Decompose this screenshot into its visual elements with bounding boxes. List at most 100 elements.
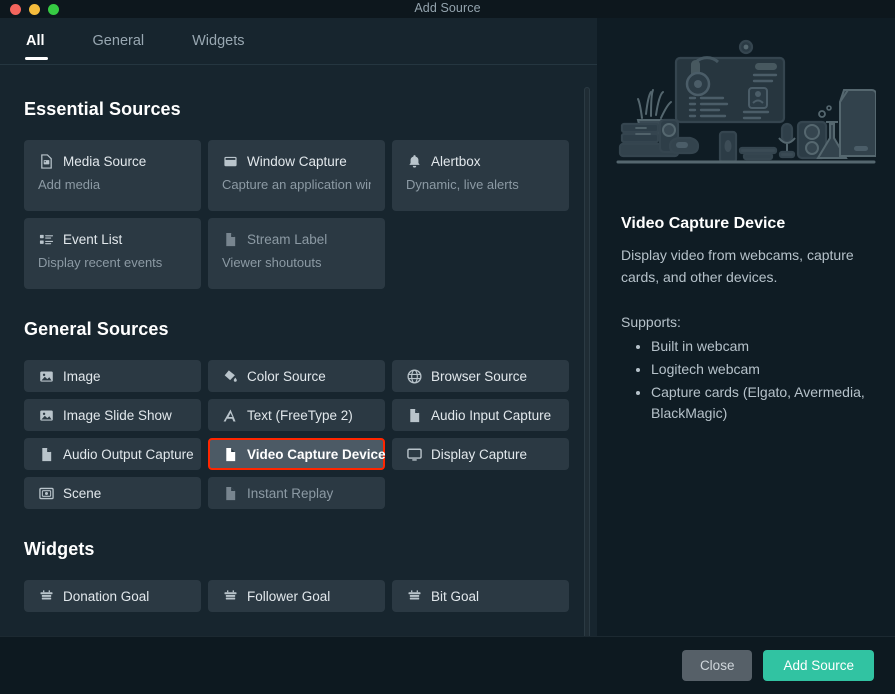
source-card-scene[interactable]: Scene <box>24 477 201 509</box>
file-icon <box>222 231 238 247</box>
source-card-header: Image Slide Show <box>38 407 172 423</box>
section-heading: Widgets <box>24 539 95 559</box>
goal-icon <box>38 588 54 604</box>
source-card-header: Stream Label <box>222 231 371 247</box>
source-card-header: Window Capture <box>222 153 371 169</box>
list-icon <box>38 231 54 247</box>
bell-icon <box>406 153 422 169</box>
source-card-title: Video Capture Device <box>247 446 386 462</box>
source-card-title: Browser Source <box>431 368 528 384</box>
source-card-title: Media Source <box>63 153 147 169</box>
tab-bar: All General Widgets <box>0 18 597 65</box>
monitor-icon <box>406 446 422 462</box>
source-card-header: Text (FreeType 2) <box>222 407 353 423</box>
source-card-header: Video Capture Device <box>222 446 386 462</box>
source-card-description: Capture an application window <box>222 177 371 192</box>
source-list: Essential Sources Media Source Add media Wi… <box>0 65 597 636</box>
tab-all[interactable]: All <box>16 18 55 65</box>
section-heading: Essential Sources <box>24 99 181 119</box>
source-card-header: Image <box>38 368 101 384</box>
source-card-header: Instant Replay <box>222 485 333 501</box>
source-card-description: Add media <box>38 177 101 192</box>
tab-general[interactable]: General <box>83 18 155 65</box>
source-card-display-capture[interactable]: Display Capture <box>392 438 569 470</box>
source-card-description: Dynamic, live alerts <box>406 177 519 192</box>
image-icon <box>38 407 54 423</box>
add-source-button[interactable]: Add Source <box>763 650 874 681</box>
source-grid: Donation Goal Follower Goal Bit Goal <box>24 580 573 612</box>
window-title: Add Source <box>414 1 481 15</box>
add-source-dialog: Add Source All General Widgets Essential S… <box>0 0 895 694</box>
source-card-instant-replay[interactable]: Instant Replay <box>208 477 385 509</box>
supports-item: Capture cards (Elgato, Avermedia, BlackM… <box>651 382 871 425</box>
title-bar: Add Source <box>0 0 895 18</box>
source-card-title: Audio Output Capture <box>63 446 194 462</box>
source-card-header: Media Source <box>38 153 187 169</box>
details-description: Display video from webcams, capture card… <box>621 247 854 285</box>
goal-icon <box>406 588 422 604</box>
text-a-icon <box>222 407 238 423</box>
supports-item: Logitech webcam <box>651 359 871 381</box>
source-card-title: Color Source <box>247 368 326 384</box>
details-supports-list: Built in webcamLogitech webcamCapture ca… <box>627 336 871 425</box>
source-card-browser-source[interactable]: Browser Source <box>392 360 569 392</box>
scrollbar-track[interactable] <box>584 74 594 636</box>
source-card-header: Alertbox <box>406 153 555 169</box>
source-card-audio-output-capture[interactable]: Audio Output Capture <box>24 438 201 470</box>
source-card-title: Display Capture <box>431 446 528 462</box>
scene-icon <box>38 485 54 501</box>
file-icon <box>38 446 54 462</box>
section-heading: General Sources <box>24 319 169 339</box>
details-body: Video Capture Device Display video from … <box>597 215 895 425</box>
window-icon <box>222 153 238 169</box>
source-card-image[interactable]: Image <box>24 360 201 392</box>
close-button[interactable]: Close <box>681 650 753 681</box>
dialog-footer: Close Add Source <box>0 636 895 694</box>
source-card-donation-goal[interactable]: Donation Goal <box>24 580 201 612</box>
source-card-header: Bit Goal <box>406 588 479 604</box>
details-title: Video Capture Device <box>621 215 786 232</box>
source-card-title: Audio Input Capture <box>431 407 552 423</box>
source-card-follower-goal[interactable]: Follower Goal <box>208 580 385 612</box>
tab-label: General <box>92 33 145 49</box>
source-grid: Media Source Add media Window Capture Captu… <box>24 140 573 289</box>
source-details-pane: Video Capture Device Display video from … <box>597 18 895 636</box>
source-card-image-slide-show[interactable]: Image Slide Show <box>24 399 201 431</box>
globe-icon <box>406 368 422 384</box>
file-icon <box>222 446 238 462</box>
source-card-bit-goal[interactable]: Bit Goal <box>392 580 569 612</box>
source-card-header: Audio Input Capture <box>406 407 551 423</box>
source-card-title: Stream Label <box>247 231 328 247</box>
file-icon <box>406 407 422 423</box>
source-card-alertbox[interactable]: Alertbox Dynamic, live alerts <box>392 140 569 211</box>
tab-widgets[interactable]: Widgets <box>182 18 254 65</box>
source-card-header: Follower Goal <box>222 588 330 604</box>
goal-icon <box>222 588 238 604</box>
source-card-header: Display Capture <box>406 446 527 462</box>
source-card-color-source[interactable]: Color Source <box>208 360 385 392</box>
source-card-video-capture-device[interactable]: Video Capture Device <box>208 438 386 470</box>
media-file-icon <box>38 153 54 169</box>
image-icon <box>38 368 54 384</box>
details-supports-label: Supports: <box>621 314 681 331</box>
source-card-stream-label[interactable]: Stream Label Viewer shoutouts <box>208 218 385 289</box>
source-grid: Image Color Source Browser Source Image Sli… <box>24 360 573 509</box>
source-card-audio-input-capture[interactable]: Audio Input Capture <box>392 399 569 431</box>
tab-label: All <box>26 33 45 49</box>
file-icon <box>222 485 238 501</box>
source-card-window-capture[interactable]: Window Capture Capture an application win… <box>208 140 385 211</box>
paint-bucket-icon <box>222 368 238 384</box>
scrollbar-thumb[interactable] <box>584 87 590 636</box>
source-card-description: Display recent events <box>38 255 163 270</box>
desk-setup-illustration <box>597 18 895 203</box>
source-card-header: Event List <box>38 231 187 247</box>
source-card-event-list[interactable]: Event List Display recent events <box>24 218 201 289</box>
source-card-text-freetype-2[interactable]: Text (FreeType 2) <box>208 399 385 431</box>
source-card-media-source[interactable]: Media Source Add media <box>24 140 201 211</box>
source-card-title: Donation Goal <box>63 588 150 604</box>
source-card-title: Event List <box>63 231 123 247</box>
source-card-header: Color Source <box>222 368 326 384</box>
source-card-title: Image <box>63 368 101 384</box>
source-card-title: Scene <box>63 485 102 501</box>
source-card-title: Image Slide Show <box>63 407 172 423</box>
